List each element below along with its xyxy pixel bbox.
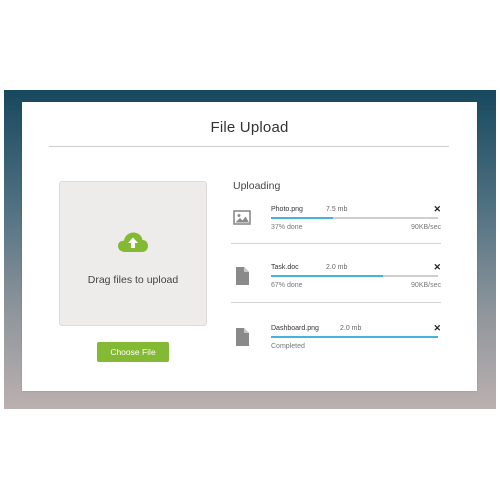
upload-status: 37% done	[271, 224, 303, 231]
upload-item: Dashboard.png 2.0 mb ✕ Completed	[231, 323, 441, 373]
item-divider	[231, 302, 441, 303]
cloud-upload-icon	[118, 232, 148, 252]
file-upload-card: File Upload Drag files to upload Choose …	[22, 102, 477, 391]
progress-fill	[271, 217, 333, 219]
cancel-upload-icon[interactable]: ✕	[433, 203, 441, 215]
upload-speed: 90KB/sec	[411, 282, 441, 289]
progress-fill	[271, 275, 383, 277]
uploading-heading: Uploading	[233, 180, 281, 192]
cancel-upload-icon[interactable]: ✕	[433, 322, 441, 334]
progress-track	[271, 336, 438, 338]
drop-zone[interactable]: Drag files to upload	[59, 181, 207, 326]
image-file-icon	[233, 210, 251, 225]
page-title: File Upload	[210, 119, 289, 136]
upload-status: Completed	[271, 343, 305, 350]
file-size: 2.0 mb	[326, 264, 348, 271]
file-name: Dashboard.png	[271, 325, 319, 332]
document-file-icon	[236, 267, 249, 285]
item-divider	[231, 243, 441, 244]
upload-status: 67% done	[271, 282, 303, 289]
document-file-icon	[236, 328, 249, 346]
file-name: Task.doc	[271, 264, 299, 271]
progress-fill	[271, 336, 438, 338]
title-divider	[49, 146, 449, 147]
file-size: 2.0 mb	[340, 325, 362, 332]
drop-zone-label: Drag files to upload	[87, 274, 179, 286]
progress-track	[271, 275, 438, 277]
file-name: Photo.png	[271, 206, 303, 213]
upload-item: Task.doc 2.0 mb ✕ 67% done 90KB/sec	[231, 262, 441, 312]
progress-track	[271, 217, 438, 219]
upload-speed: 90KB/sec	[411, 224, 441, 231]
file-size: 7.5 mb	[326, 206, 348, 213]
cancel-upload-icon[interactable]: ✕	[433, 261, 441, 273]
choose-file-button[interactable]: Choose File	[97, 342, 169, 362]
upload-item: Photo.png 7.5 mb ✕ 37% done 90KB/sec	[231, 204, 441, 254]
